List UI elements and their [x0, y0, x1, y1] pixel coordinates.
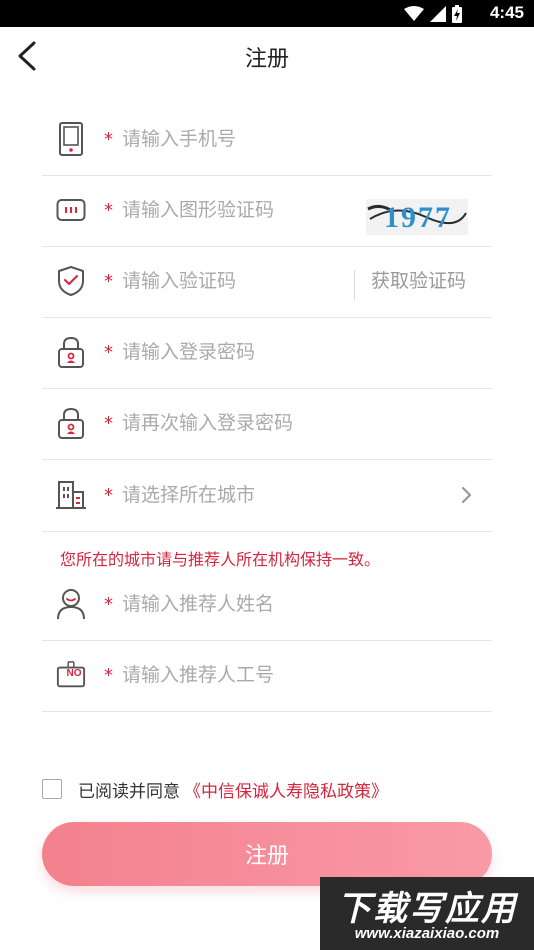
required-mark: *	[104, 413, 113, 434]
captcha-icon	[56, 193, 86, 227]
city-hint: 您所在的城市请与推荐人所在机构保持一致。	[60, 550, 381, 569]
phone-icon	[56, 122, 86, 156]
watermark-url: www.xiazaixiao.com	[354, 925, 500, 942]
status-bar: 4:45	[0, 0, 534, 27]
required-mark: *	[104, 200, 113, 221]
captcha-image[interactable]: 1977	[366, 199, 468, 235]
city-row[interactable]: * 请选择所在城市	[42, 460, 492, 532]
required-mark: *	[104, 665, 113, 686]
building-icon	[56, 478, 86, 512]
password-confirm-input[interactable]: 请再次输入登录密码	[122, 410, 293, 436]
shield-check-icon	[56, 264, 86, 298]
nav-bar: 注册	[0, 27, 534, 83]
agreement-text: 已阅读并同意	[78, 781, 180, 802]
wifi-icon	[404, 6, 424, 21]
person-icon	[56, 587, 86, 621]
sms-code-input[interactable]: 请输入验证码	[122, 268, 236, 294]
divider	[354, 270, 355, 300]
agreement-checkbox[interactable]	[42, 779, 62, 799]
password-row[interactable]: * 请输入登录密码	[42, 317, 492, 389]
sms-code-row[interactable]: * 请输入验证码 获取验证码	[42, 246, 492, 318]
phone-row[interactable]: * 请输入手机号	[42, 104, 492, 176]
signal-icon	[430, 6, 446, 22]
referrer-name-input[interactable]: 请输入推荐人姓名	[122, 591, 274, 617]
referrer-id-row[interactable]: NO * 请输入推荐人工号	[42, 640, 492, 712]
privacy-policy-link[interactable]: 《中信保诚人寿隐私政策》	[184, 777, 388, 802]
phone-input[interactable]: 请输入手机号	[122, 126, 236, 152]
id-badge-icon: NO	[56, 658, 86, 692]
required-mark: *	[104, 271, 113, 292]
lock-icon	[56, 406, 86, 440]
required-mark: *	[104, 129, 113, 150]
city-select[interactable]: 请选择所在城市	[122, 482, 255, 508]
get-code-button[interactable]: 获取验证码	[371, 268, 466, 294]
id-badge-text: NO	[66, 668, 82, 679]
password-input[interactable]: 请输入登录密码	[122, 339, 255, 365]
agreement-row: 已阅读并同意 《中信保诚人寿隐私政策》	[42, 776, 388, 802]
required-mark: *	[104, 485, 113, 506]
referrer-name-row[interactable]: * 请输入推荐人姓名	[42, 569, 492, 641]
image-captcha-row[interactable]: * 请输入图形验证码 1977	[42, 175, 492, 247]
captcha-text: 1977	[384, 201, 452, 234]
status-time: 4:45	[489, 3, 524, 22]
lock-icon	[56, 335, 86, 369]
status-icons	[404, 5, 462, 23]
image-captcha-input[interactable]: 请输入图形验证码	[122, 197, 274, 223]
watermark-title: 下载写应用	[337, 889, 517, 929]
required-mark: *	[104, 342, 113, 363]
chevron-right-icon	[461, 486, 472, 504]
watermark: 下载写应用 www.xiazaixiao.com	[320, 877, 534, 950]
referrer-id-input[interactable]: 请输入推荐人工号	[122, 662, 274, 688]
page-title: 注册	[244, 47, 289, 72]
battery-icon	[452, 5, 462, 23]
password-confirm-row[interactable]: * 请再次输入登录密码	[42, 388, 492, 460]
required-mark: *	[104, 594, 113, 615]
